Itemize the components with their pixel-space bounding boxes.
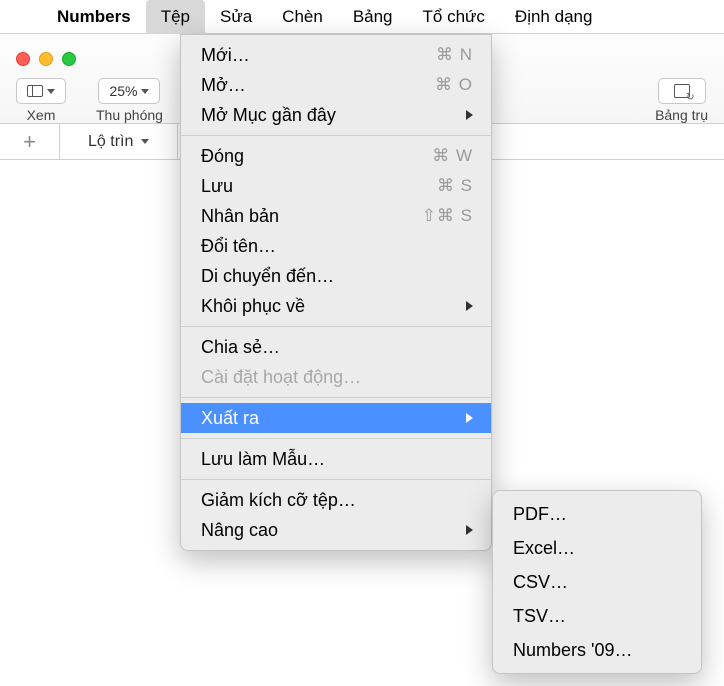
export-tsv[interactable]: TSV… xyxy=(493,599,701,633)
zoom-value: 25% xyxy=(109,83,137,99)
menubar-item-insert[interactable]: Chèn xyxy=(267,0,338,34)
menu-label: Xuất ra xyxy=(201,408,466,429)
menu-item-revert-to[interactable]: Khôi phục về xyxy=(181,291,491,321)
menu-separator xyxy=(181,479,491,480)
menubar-item-table[interactable]: Bảng xyxy=(338,0,408,34)
add-sheet-button[interactable]: + xyxy=(0,124,60,159)
menu-label: Lưu làm Mẫu… xyxy=(201,449,473,470)
sheet-tab[interactable]: Lộ trìn xyxy=(60,124,178,159)
menu-label: Đóng xyxy=(201,146,432,167)
traffic-lights xyxy=(16,52,76,66)
menubar-app-name[interactable]: Numbers xyxy=(42,0,146,34)
menu-label: Đổi tên… xyxy=(201,236,473,257)
export-csv[interactable]: CSV… xyxy=(493,565,701,599)
menu-item-close[interactable]: Đóng ⌘ W xyxy=(181,141,491,171)
menu-label: Excel… xyxy=(513,538,683,559)
toolbar-view-group: Xem xyxy=(16,78,66,123)
pivot-label: Bảng trụ xyxy=(655,107,708,123)
menubar-item-file[interactable]: Tệp xyxy=(146,0,205,34)
menu-label: Nhân bản xyxy=(201,206,422,227)
menubar-item-organize[interactable]: Tổ chức xyxy=(408,0,500,34)
menu-item-save-as-template[interactable]: Lưu làm Mẫu… xyxy=(181,444,491,474)
menubar-item-format[interactable]: Định dạng xyxy=(500,0,608,34)
export-pdf[interactable]: PDF… xyxy=(493,497,701,531)
menu-label: Mở… xyxy=(201,75,435,96)
menu-item-rename[interactable]: Đổi tên… xyxy=(181,231,491,261)
zoom-label: Thu phóng xyxy=(96,107,163,123)
chevron-right-icon xyxy=(466,110,473,120)
chevron-down-icon xyxy=(141,139,149,144)
menu-label: Mới… xyxy=(201,45,436,66)
menu-item-share[interactable]: Chia sẻ… xyxy=(181,332,491,362)
minimize-window-button[interactable] xyxy=(39,52,53,66)
zoom-select[interactable]: 25% xyxy=(98,78,160,104)
menu-item-duplicate[interactable]: Nhân bản ⇧⌘ S xyxy=(181,201,491,231)
menu-separator xyxy=(181,326,491,327)
pivot-button[interactable] xyxy=(658,78,706,104)
export-numbers09[interactable]: Numbers '09… xyxy=(493,633,701,667)
menu-label: CSV… xyxy=(513,572,683,593)
menubar-item-edit[interactable]: Sửa xyxy=(205,0,267,34)
sidebar-icon xyxy=(27,85,43,97)
menu-item-new[interactable]: Mới… ⌘ N xyxy=(181,40,491,70)
menu-label: Chia sẻ… xyxy=(201,337,473,358)
menu-item-save[interactable]: Lưu ⌘ S xyxy=(181,171,491,201)
menu-label: Numbers '09… xyxy=(513,640,683,661)
menu-item-open-recent[interactable]: Mở Mục gần đây xyxy=(181,100,491,130)
toolbar-pivot-group: Bảng trụ xyxy=(655,78,708,123)
menu-label: Di chuyển đến… xyxy=(201,266,473,287)
chevron-right-icon xyxy=(466,413,473,423)
menu-separator xyxy=(181,438,491,439)
menu-label: Lưu xyxy=(201,176,437,197)
sheet-tab-label: Lộ trìn xyxy=(88,133,133,151)
menu-item-activity-settings: Cài đặt hoạt động… xyxy=(181,362,491,392)
export-submenu: PDF… Excel… CSV… TSV… Numbers '09… xyxy=(492,490,702,674)
fullscreen-window-button[interactable] xyxy=(62,52,76,66)
export-excel[interactable]: Excel… xyxy=(493,531,701,565)
menu-shortcut: ⌘ W xyxy=(432,146,473,166)
menu-shortcut: ⌘ S xyxy=(437,176,473,196)
menu-label: PDF… xyxy=(513,504,683,525)
menu-label: Khôi phục về xyxy=(201,296,466,317)
menubar: Numbers Tệp Sửa Chèn Bảng Tổ chức Định d… xyxy=(0,0,724,34)
menu-item-export[interactable]: Xuất ra xyxy=(181,403,491,433)
pivot-table-icon xyxy=(674,84,690,98)
chevron-right-icon xyxy=(466,301,473,311)
file-menu-dropdown: Mới… ⌘ N Mở… ⌘ O Mở Mục gần đây Đóng ⌘ W… xyxy=(180,34,492,551)
view-button[interactable] xyxy=(16,78,66,104)
menu-item-move-to[interactable]: Di chuyển đến… xyxy=(181,261,491,291)
menu-item-reduce-file-size[interactable]: Giảm kích cỡ tệp… xyxy=(181,485,491,515)
chevron-right-icon xyxy=(466,525,473,535)
close-window-button[interactable] xyxy=(16,52,30,66)
toolbar-zoom-group: 25% Thu phóng xyxy=(96,78,163,123)
menu-label: Cài đặt hoạt động… xyxy=(201,367,473,388)
menu-item-open[interactable]: Mở… ⌘ O xyxy=(181,70,491,100)
menu-shortcut: ⇧⌘ S xyxy=(422,206,473,226)
menu-label: TSV… xyxy=(513,606,683,627)
menu-separator xyxy=(181,135,491,136)
menu-shortcut: ⌘ O xyxy=(435,75,473,95)
menu-label: Giảm kích cỡ tệp… xyxy=(201,490,473,511)
menu-shortcut: ⌘ N xyxy=(436,45,473,65)
view-label: Xem xyxy=(27,107,56,123)
menu-item-advanced[interactable]: Nâng cao xyxy=(181,515,491,545)
menu-label: Nâng cao xyxy=(201,520,466,541)
menu-separator xyxy=(181,397,491,398)
menu-label: Mở Mục gần đây xyxy=(201,105,466,126)
chevron-down-icon xyxy=(47,89,55,94)
chevron-down-icon xyxy=(141,89,149,94)
